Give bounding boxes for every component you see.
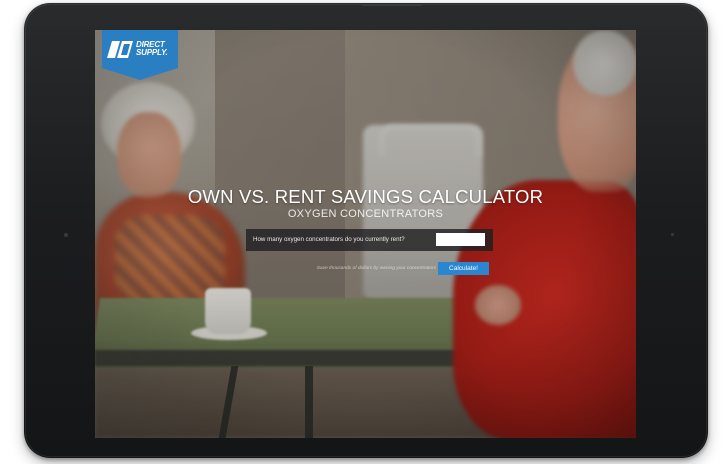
tablet-screen: DIRECT SUPPLY. OWN VS. RENT SAVINGS CALC… [95, 30, 636, 438]
product-mockup: DIRECT SUPPLY. OWN VS. RENT SAVINGS CALC… [0, 0, 726, 464]
page-subtitle: OXYGEN CONCENTRATORS [287, 208, 444, 220]
logo-line-2: SUPPLY. [136, 48, 168, 57]
concentrator-count-input[interactable] [436, 233, 485, 246]
direct-supply-logo[interactable]: DIRECT SUPPLY. [102, 30, 178, 80]
calculate-button[interactable]: Calculate! [438, 262, 489, 275]
question-label: How many oxygen concentrators do you cur… [253, 236, 405, 243]
logo-wordmark: DIRECT SUPPLY. [136, 41, 168, 57]
savings-hint: Save thousands of dollars by owning your… [316, 266, 436, 271]
tablet-camera [64, 233, 68, 237]
question-panel: How many oxygen concentrators do you cur… [246, 229, 493, 251]
tablet-sensor [671, 233, 674, 236]
page-title: OWN VS. RENT SAVINGS CALCULATOR [187, 186, 544, 207]
tablet-power-button [362, 4, 422, 6]
calculator-header: OWN VS. RENT SAVINGS CALCULATOR OXYGEN C… [95, 187, 636, 221]
